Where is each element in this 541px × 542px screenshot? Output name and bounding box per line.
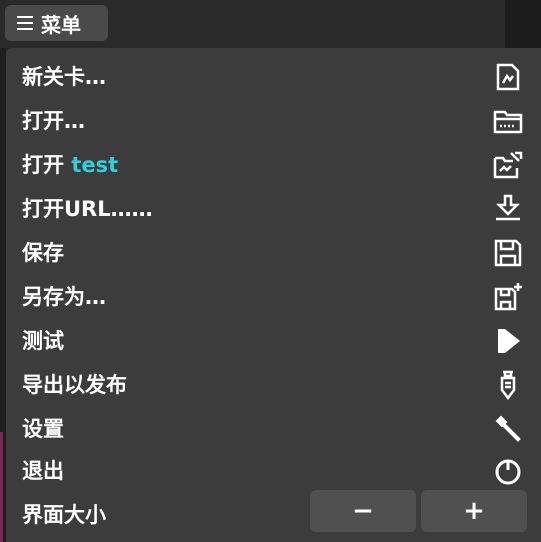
new-file-icon: [493, 62, 523, 92]
menu-item-label: 新关卡…: [22, 65, 106, 89]
save-as-icon: [493, 282, 523, 312]
recent-file-name: test: [71, 153, 119, 177]
top-bar: 菜单: [0, 0, 541, 48]
play-icon: [493, 326, 523, 356]
menu-item-label: 打开 test: [22, 153, 119, 177]
menu-item-label: 导出以发布: [22, 373, 127, 397]
wrench-icon: [493, 414, 523, 444]
ui-scale-increase-button[interactable]: +: [421, 490, 527, 532]
menu-item-label: 打开…: [22, 109, 85, 133]
menu-item-label: 测试: [22, 329, 64, 353]
ui-scale-label: 界面大小: [22, 503, 106, 527]
export-icon: [493, 370, 523, 400]
menu-button-label: 菜单: [41, 12, 81, 37]
hamburger-icon: [17, 16, 33, 30]
menu-item-open-recent[interactable]: 打开 test: [6, 143, 541, 187]
menu-button[interactable]: 菜单: [5, 5, 108, 41]
menu-item-open[interactable]: 打开…: [6, 99, 541, 143]
ui-scale-decrease-button[interactable]: −: [310, 490, 416, 532]
menu-item-open-url[interactable]: 打开URL……: [6, 187, 541, 231]
menu-item-test[interactable]: 测试: [6, 319, 541, 363]
menu-item-save[interactable]: 保存: [6, 231, 541, 275]
menu-item-save-as[interactable]: 另存为…: [6, 275, 541, 319]
download-icon: [493, 194, 523, 224]
save-icon: [493, 238, 523, 268]
menu-item-export[interactable]: 导出以发布: [6, 363, 541, 407]
menu-item-new-level[interactable]: 新关卡…: [6, 55, 541, 99]
top-bar-right-area: [505, 0, 541, 48]
menu-item-quit[interactable]: 退出: [6, 449, 541, 493]
menu-item-label: 打开URL……: [22, 197, 153, 221]
menu-item-settings[interactable]: 设置: [6, 407, 541, 451]
menu-item-label: 退出: [22, 459, 64, 483]
open-recent-icon: [493, 150, 523, 180]
menu-item-label: 保存: [22, 241, 64, 265]
power-icon: [493, 456, 523, 486]
folder-icon: [493, 106, 523, 136]
menu-item-label: 另存为…: [22, 285, 106, 309]
menu-item-label: 设置: [22, 417, 64, 441]
